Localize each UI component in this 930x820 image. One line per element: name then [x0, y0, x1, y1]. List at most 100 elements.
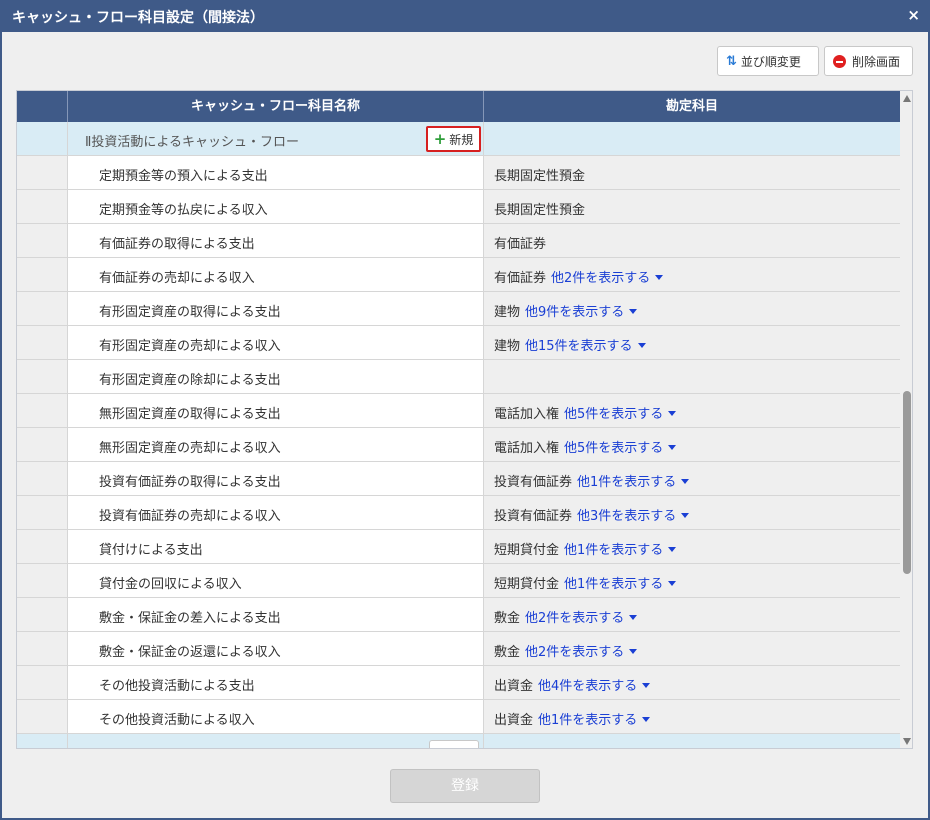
cf-name-label: 貸付金の回収による収入 — [99, 577, 242, 592]
vertical-scrollbar[interactable] — [900, 91, 912, 748]
sort-order-button[interactable]: ⇅ 並び順変更 — [717, 46, 819, 76]
account-cell: 敷金 他2件を表示する — [484, 598, 900, 632]
cf-name-cell[interactable]: 有形固定資産の売却による収入 — [68, 326, 484, 360]
cf-name-cell[interactable]: 有形固定資産の除却による支出 — [68, 360, 484, 394]
register-button[interactable]: 登録 — [390, 769, 540, 803]
show-more-link[interactable]: 他2件を表示する — [525, 645, 638, 660]
cf-name-cell[interactable]: 有価証券の取得による支出 — [68, 224, 484, 258]
cf-name-cell[interactable]: 無形固定資産の取得による支出 — [68, 394, 484, 428]
row-handle[interactable] — [17, 428, 68, 462]
table-row[interactable]: 有形固定資産の除却による支出 — [17, 360, 900, 394]
scrollbar-thumb[interactable] — [903, 391, 911, 574]
show-more-label: 他2件を表示する — [525, 645, 625, 660]
show-more-link[interactable]: 他9件を表示する — [525, 305, 638, 320]
cf-name-cell[interactable]: 定期預金等の預入による支出 — [68, 156, 484, 190]
table-row[interactable]: 有価証券の取得による支出 有価証券 — [17, 224, 900, 258]
cf-name-cell[interactable]: その他投資活動による支出 — [68, 666, 484, 700]
delete-screen-button[interactable]: 削除画面 — [824, 46, 913, 76]
show-more-link[interactable]: 他1件を表示する — [564, 577, 677, 592]
table-row[interactable]: 定期預金等の払戻による収入 長期固定性預金 — [17, 190, 900, 224]
row-handle[interactable] — [17, 598, 68, 632]
show-more-link[interactable]: 他2件を表示する — [551, 271, 664, 286]
scroll-up-arrow-icon[interactable] — [903, 95, 911, 102]
cf-name-cell[interactable]: 投資有価証券の取得による支出 — [68, 462, 484, 496]
account-name: 長期固定性預金 — [494, 169, 586, 184]
table-row[interactable]: 投資有価証券の取得による支出 投資有価証券 他1件を表示する — [17, 462, 900, 496]
show-more-label: 他15件を表示する — [525, 339, 633, 354]
new-item-button-partial[interactable] — [429, 740, 479, 748]
account-text: 建物 他15件を表示する — [494, 335, 646, 354]
account-cell: 投資有価証券 他1件を表示する — [484, 462, 900, 496]
show-more-link[interactable]: 他2件を表示する — [525, 611, 638, 626]
table-row[interactable]: その他投資活動による支出 出資金 他4件を表示する — [17, 666, 900, 700]
cf-name-cell[interactable]: 敷金・保証金の差入による支出 — [68, 598, 484, 632]
account-cell: 短期貸付金 他1件を表示する — [484, 530, 900, 564]
show-more-link[interactable]: 他15件を表示する — [525, 339, 646, 354]
cf-name-cell[interactable]: 投資有価証券の売却による収入 — [68, 496, 484, 530]
section-row-investing: Ⅱ投資活動によるキャッシュ・フロー + 新規 — [17, 122, 900, 156]
caret-down-icon — [629, 649, 638, 654]
row-handle[interactable] — [17, 190, 68, 224]
show-more-label: 他5件を表示する — [564, 407, 664, 422]
cf-name-cell[interactable]: 定期預金等の払戻による収入 — [68, 190, 484, 224]
account-cell: 敷金 他2件を表示する — [484, 632, 900, 666]
table-row[interactable]: 無形固定資産の取得による支出 電話加入権 他5件を表示する — [17, 394, 900, 428]
cf-name-cell[interactable]: 有価証券の売却による収入 — [68, 258, 484, 292]
show-more-link[interactable]: 他5件を表示する — [564, 441, 677, 456]
show-more-link[interactable]: 他1件を表示する — [577, 475, 690, 490]
account-cell: 建物 他15件を表示する — [484, 326, 900, 360]
section-label: Ⅱ投資活動によるキャッシュ・フロー — [85, 135, 300, 150]
delete-screen-label: 削除画面 — [852, 54, 901, 69]
row-handle[interactable] — [17, 292, 68, 326]
row-handle[interactable] — [17, 156, 68, 190]
cf-name-label: 貸付けによる支出 — [99, 543, 203, 558]
table-row[interactable]: 貸付けによる支出 短期貸付金 他1件を表示する — [17, 530, 900, 564]
account-cell: 有価証券 他2件を表示する — [484, 258, 900, 292]
row-handle[interactable] — [17, 326, 68, 360]
table-row[interactable]: 定期預金等の預入による支出 長期固定性預金 — [17, 156, 900, 190]
table-row[interactable]: 無形固定資産の売却による収入 電話加入権 他5件を表示する — [17, 428, 900, 462]
row-handle[interactable] — [17, 530, 68, 564]
show-more-link[interactable]: 他5件を表示する — [564, 407, 677, 422]
account-name: 電話加入権 — [494, 441, 560, 456]
show-more-link[interactable]: 他1件を表示する — [538, 713, 651, 728]
table-row[interactable]: 有価証券の売却による収入 有価証券 他2件を表示する — [17, 258, 900, 292]
cf-name-cell[interactable]: 貸付けによる支出 — [68, 530, 484, 564]
table-row[interactable]: 有形固定資産の取得による支出 建物 他9件を表示する — [17, 292, 900, 326]
cf-name-cell[interactable]: 敷金・保証金の返還による収入 — [68, 632, 484, 666]
table-row[interactable]: 投資有価証券の売却による収入 投資有価証券 他3件を表示する — [17, 496, 900, 530]
new-item-button[interactable]: + 新規 — [426, 126, 481, 152]
cf-name-label: 無形固定資産の売却による収入 — [99, 441, 281, 456]
account-name: 短期貸付金 — [494, 577, 560, 592]
table-row[interactable]: 有形固定資産の売却による収入 建物 他15件を表示する — [17, 326, 900, 360]
row-handle[interactable] — [17, 700, 68, 734]
row-handle[interactable] — [17, 462, 68, 496]
table-row[interactable]: 敷金・保証金の返還による収入 敷金 他2件を表示する — [17, 632, 900, 666]
row-handle[interactable] — [17, 258, 68, 292]
account-text: 短期貸付金 他1件を表示する — [494, 539, 677, 558]
row-handle[interactable] — [17, 394, 68, 428]
show-more-link[interactable]: 他1件を表示する — [564, 543, 677, 558]
row-handle[interactable] — [17, 564, 68, 598]
row-handle[interactable] — [17, 224, 68, 258]
show-more-label: 他5件を表示する — [564, 441, 664, 456]
table-row[interactable]: 敷金・保証金の差入による支出 敷金 他2件を表示する — [17, 598, 900, 632]
cf-name-cell[interactable]: 有形固定資産の取得による支出 — [68, 292, 484, 326]
table-row[interactable]: その他投資活動による収入 出資金 他1件を表示する — [17, 700, 900, 734]
show-more-link[interactable]: 他3件を表示する — [577, 509, 690, 524]
row-handle[interactable] — [17, 632, 68, 666]
cf-name-cell[interactable]: 貸付金の回収による収入 — [68, 564, 484, 598]
show-more-link[interactable]: 他4件を表示する — [538, 679, 651, 694]
show-more-label: 他2件を表示する — [551, 271, 651, 286]
row-handle[interactable] — [17, 496, 68, 530]
row-handle[interactable] — [17, 360, 68, 394]
column-header-blank — [17, 91, 68, 122]
cf-name-cell[interactable]: その他投資活動による収入 — [68, 700, 484, 734]
close-icon[interactable]: × — [907, 6, 920, 24]
account-cell: 出資金 他4件を表示する — [484, 666, 900, 700]
cf-name-cell[interactable]: 無形固定資産の売却による収入 — [68, 428, 484, 462]
row-handle[interactable] — [17, 666, 68, 700]
table-row[interactable]: 貸付金の回収による収入 短期貸付金 他1件を表示する — [17, 564, 900, 598]
cf-name-label: 有価証券の取得による支出 — [99, 237, 255, 252]
scroll-down-arrow-icon[interactable] — [903, 738, 911, 745]
